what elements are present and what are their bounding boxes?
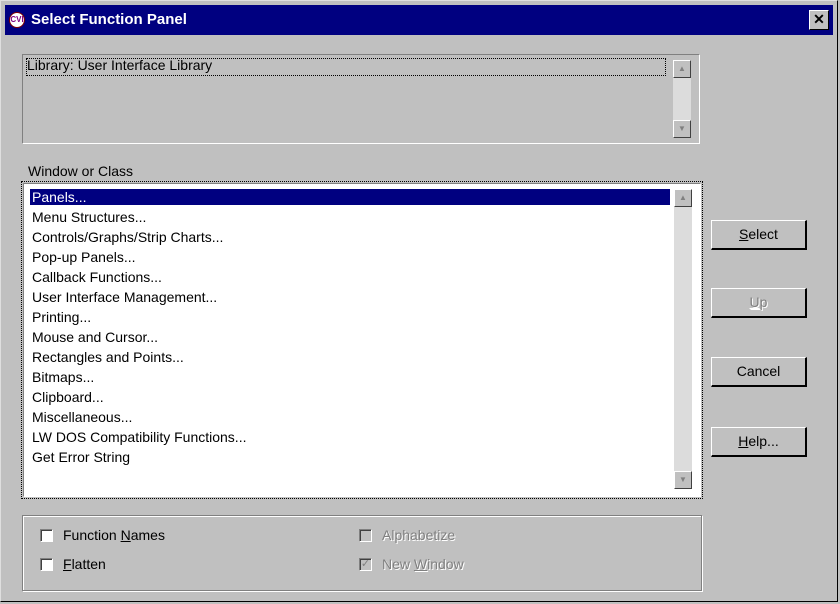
close-button[interactable]: ✕ bbox=[809, 10, 829, 30]
library-scroll-down-icon[interactable]: ▼ bbox=[673, 120, 691, 138]
check-icon: ✓ bbox=[360, 558, 371, 570]
list-item[interactable]: Pop-up Panels... bbox=[30, 249, 670, 265]
list-item[interactable]: Menu Structures... bbox=[30, 209, 670, 225]
up-button[interactable]: Up bbox=[711, 288, 807, 318]
function-names-checkbox[interactable] bbox=[40, 529, 53, 542]
select-function-panel-dialog: CVI Select Function Panel ✕ Library: Use… bbox=[0, 0, 838, 602]
library-scroll-up-icon[interactable]: ▲ bbox=[673, 60, 691, 78]
up-button-accel: U bbox=[749, 294, 760, 310]
list-item[interactable]: LW DOS Compatibility Functions... bbox=[30, 429, 670, 445]
list-item[interactable]: Rectangles and Points... bbox=[30, 349, 670, 365]
library-scrollbar-track[interactable] bbox=[673, 78, 691, 120]
list-item[interactable]: Printing... bbox=[30, 309, 670, 325]
function-names-label[interactable]: Function Names bbox=[63, 527, 165, 543]
new-window-checkbox: ✓ bbox=[359, 558, 372, 571]
select-button[interactable]: Select bbox=[711, 220, 807, 250]
up-button-label-post: p bbox=[759, 294, 768, 310]
title-bar[interactable]: CVI Select Function Panel ✕ bbox=[5, 5, 833, 35]
app-icon: CVI bbox=[9, 12, 25, 28]
alphabetize-checkbox bbox=[359, 529, 372, 542]
select-button-label-post: elect bbox=[748, 226, 778, 242]
list-item[interactable]: Callback Functions... bbox=[30, 269, 670, 285]
list-item[interactable]: Miscellaneous... bbox=[30, 409, 670, 425]
list-item[interactable]: Panels... bbox=[30, 189, 670, 205]
list-item[interactable]: Controls/Graphs/Strip Charts... bbox=[30, 229, 670, 245]
list-item[interactable]: Get Error String bbox=[30, 449, 670, 465]
class-list[interactable]: Panels... Menu Structures... Controls/Grap… bbox=[23, 183, 701, 497]
alphabetize-label: Alphabetize bbox=[382, 527, 456, 543]
select-button-accel: S bbox=[739, 226, 749, 242]
class-list-label: Window or Class bbox=[28, 163, 134, 179]
list-scrollbar-track[interactable] bbox=[674, 207, 692, 471]
list-item[interactable]: Clipboard... bbox=[30, 389, 670, 405]
list-scroll-down-icon[interactable]: ▼ bbox=[674, 471, 692, 489]
new-window-label: New Window bbox=[382, 556, 464, 572]
help-button-label-post: elp... bbox=[748, 433, 779, 449]
flatten-label[interactable]: Flatten bbox=[63, 556, 106, 572]
help-button[interactable]: Help... bbox=[711, 427, 807, 457]
library-text: Library: User Interface Library bbox=[27, 57, 213, 73]
list-item[interactable]: Bitmaps... bbox=[30, 369, 670, 385]
help-button-accel: H bbox=[738, 433, 749, 449]
list-item[interactable]: Mouse and Cursor... bbox=[30, 329, 670, 345]
flatten-checkbox[interactable] bbox=[40, 558, 53, 571]
list-scroll-up-icon[interactable]: ▲ bbox=[674, 189, 692, 207]
library-box[interactable]: Library: User Interface Library ▲ ▼ bbox=[22, 54, 700, 144]
cancel-button[interactable]: Cancel bbox=[711, 357, 807, 387]
window-title: Select Function Panel bbox=[31, 11, 187, 28]
list-item[interactable]: User Interface Management... bbox=[30, 289, 670, 305]
